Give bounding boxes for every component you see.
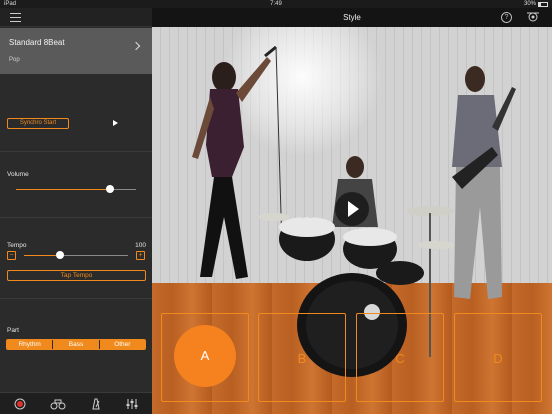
- left-panel: Standard 8Beat Pop Synchro Start Volume …: [0, 8, 152, 414]
- tempo-fill: [24, 255, 60, 256]
- metronome-icon[interactable]: [90, 398, 102, 410]
- tap-tempo-button[interactable]: Tap Tempo: [7, 270, 146, 281]
- pad-d-label: D: [493, 351, 503, 366]
- pad-b[interactable]: B: [258, 313, 346, 402]
- synchro-start-button[interactable]: Synchro Start: [7, 118, 69, 129]
- status-bar: iPad 7:49 30%: [0, 0, 552, 8]
- pad-c[interactable]: C: [356, 313, 444, 402]
- style-selector[interactable]: Standard 8Beat Pop: [0, 28, 152, 74]
- part-bass-button[interactable]: Bass: [53, 340, 100, 349]
- divider: [0, 217, 152, 218]
- settings-icon[interactable]: [526, 11, 540, 23]
- record-icon[interactable]: [14, 398, 26, 410]
- part-segmented-control: Rhythm Bass Other: [6, 339, 146, 350]
- battery-indicator: 30%: [524, 1, 548, 7]
- chevron-right-icon: [131, 41, 141, 51]
- left-topbar: [0, 8, 152, 27]
- band-stage-image: A B C D: [152, 27, 552, 414]
- pad-c-label: C: [395, 351, 405, 366]
- tempo-value: 100: [135, 242, 146, 249]
- battery-icon: [538, 1, 548, 7]
- volume-label: Volume: [7, 171, 29, 178]
- volume-fill: [16, 189, 110, 190]
- mixer-icon[interactable]: [126, 398, 138, 410]
- right-panel: Style ? A B C D: [152, 8, 552, 414]
- battery-percent: 30%: [523, 1, 536, 7]
- play-icon[interactable]: [113, 120, 118, 126]
- volume-knob[interactable]: [106, 185, 114, 193]
- divider: [0, 151, 152, 152]
- style-icon[interactable]: [50, 398, 66, 410]
- bottom-toolbar: [0, 392, 152, 414]
- divider: [0, 298, 152, 299]
- style-name: Standard 8Beat: [9, 38, 65, 47]
- singer-figure: [192, 45, 283, 279]
- part-label: Part: [7, 327, 19, 334]
- guitarist-figure: [452, 66, 516, 299]
- pad-d[interactable]: D: [454, 313, 542, 402]
- right-topbar: Style ?: [152, 8, 552, 27]
- tempo-plus-button[interactable]: +: [136, 251, 145, 260]
- tempo-knob[interactable]: [56, 251, 64, 259]
- tempo-minus-button[interactable]: −: [7, 251, 16, 260]
- pad-a-active-indicator[interactable]: A: [174, 325, 236, 387]
- tempo-label: Tempo: [7, 242, 27, 249]
- play-button[interactable]: [335, 192, 369, 226]
- pad-b-label: B: [297, 351, 307, 366]
- style-genre: Pop: [9, 57, 20, 63]
- hamburger-menu-icon[interactable]: [10, 13, 21, 22]
- help-icon[interactable]: ?: [501, 12, 512, 23]
- clock: 7:49: [270, 1, 282, 7]
- part-rhythm-button[interactable]: Rhythm: [7, 340, 54, 349]
- part-other-button[interactable]: Other: [99, 340, 145, 349]
- page-title: Style: [343, 13, 361, 22]
